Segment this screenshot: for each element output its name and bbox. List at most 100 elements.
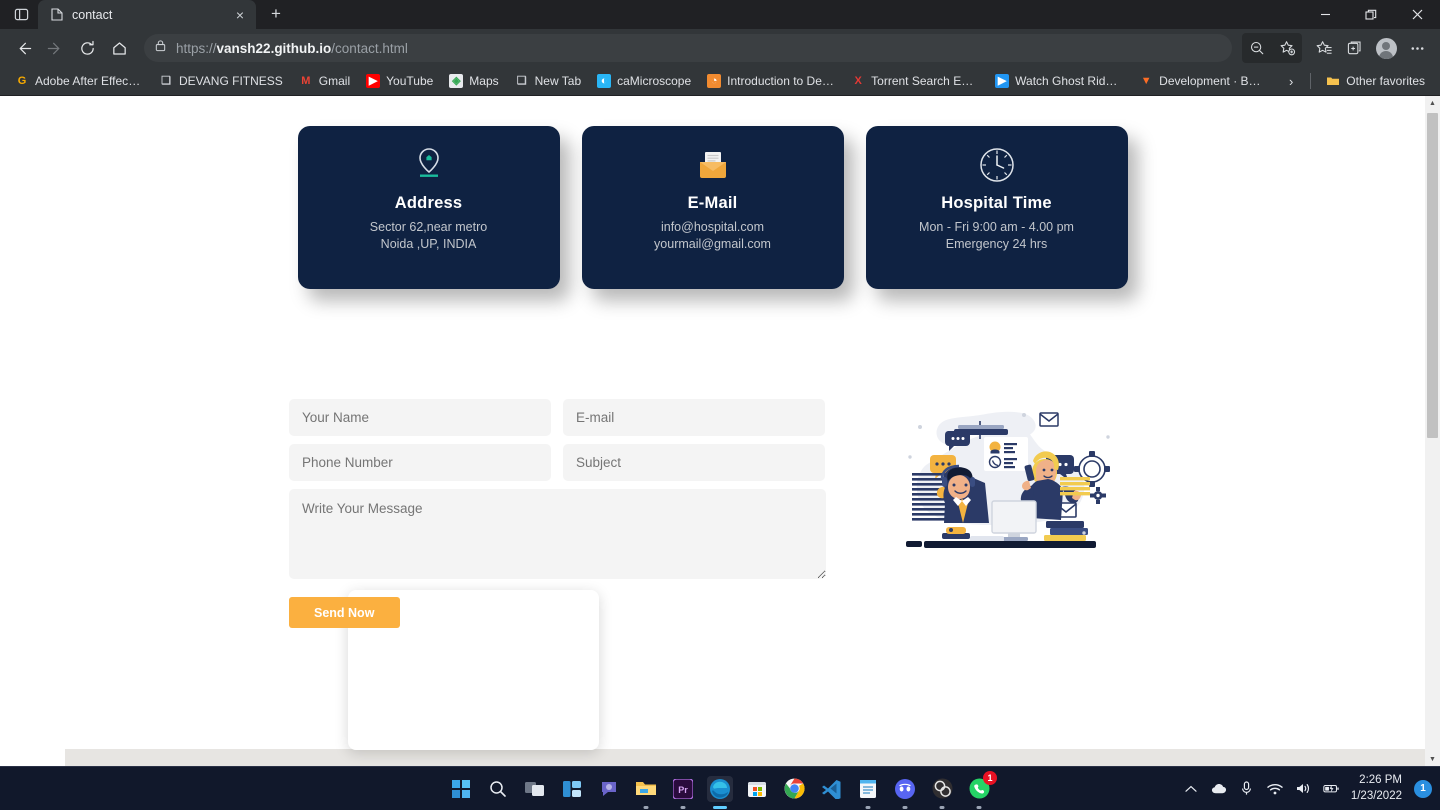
email-input[interactable] [563, 399, 825, 436]
profile-avatar[interactable] [1371, 33, 1401, 63]
bookmarks-overflow-icon[interactable]: › [1280, 74, 1302, 89]
scroll-up-arrow-icon[interactable]: ▲ [1425, 96, 1440, 110]
bookmark-favicon: ◐ [597, 74, 612, 88]
obs-button[interactable] [929, 776, 955, 809]
scrollbar-thumb[interactable] [1427, 113, 1438, 438]
settings-and-more-icon[interactable] [1402, 33, 1432, 63]
document-icon [50, 8, 64, 22]
bookmark-item[interactable]: ◈ Maps [442, 71, 505, 91]
back-icon[interactable] [8, 33, 38, 63]
bookmark-item[interactable]: ◐ caMicroscope [590, 71, 698, 91]
volume-icon[interactable] [1295, 781, 1311, 797]
premiere-pro-button[interactable]: Pr [670, 776, 696, 809]
bookmark-favicon: ▼ [1140, 74, 1152, 87]
web-page-content: Address Sector 62,near metro Noida ,UP, … [0, 96, 1425, 766]
bookmark-item[interactable]: M Gmail [292, 71, 357, 91]
clock-icon [978, 143, 1016, 187]
widgets-button[interactable] [559, 776, 585, 802]
search-button[interactable] [485, 776, 511, 802]
send-now-button[interactable]: Send Now [289, 597, 400, 628]
card-title: E-Mail [687, 194, 738, 212]
bookmark-item[interactable]: G Adobe After Effects... [8, 71, 150, 91]
name-input[interactable] [289, 399, 551, 436]
file-explorer-button[interactable] [633, 776, 659, 809]
microphone-icon[interactable] [1239, 781, 1255, 797]
scrollbar-track[interactable] [1425, 110, 1440, 752]
page-scrollbar[interactable]: ▲ ▼ [1425, 96, 1440, 766]
tab-strip: contact × + [0, 0, 1440, 29]
task-view-button[interactable] [522, 776, 548, 802]
zoom-out-icon[interactable] [1242, 33, 1272, 63]
url-host: vansh22.github.io [216, 40, 332, 56]
contact-card-address: Address Sector 62,near metro Noida ,UP, … [297, 126, 560, 289]
card-title: Hospital Time [941, 194, 1052, 212]
bookmark-favicon: ❑ [161, 74, 171, 87]
new-tab-button[interactable]: + [262, 0, 290, 28]
collections-icon[interactable] [1340, 33, 1370, 63]
clock-time: 2:26 PM [1359, 773, 1402, 786]
page-viewport: Address Sector 62,near metro Noida ,UP, … [0, 96, 1440, 766]
bookmark-item[interactable]: ❑ New Tab [508, 71, 588, 91]
bookmark-item[interactable]: X Torrent Search Engi... [844, 71, 986, 91]
bookmark-item[interactable]: ▶ Watch Ghost Rider... [988, 71, 1130, 91]
bookmark-favicon: M [301, 74, 311, 87]
taskbar-clock[interactable]: 2:26 PM 1/23/2022 [1351, 773, 1402, 804]
browser-window: contact × + https://vansh22.github.io/co… [0, 0, 1440, 810]
add-favorite-icon[interactable] [1272, 33, 1302, 63]
card-line: Sector 62,near metro [369, 220, 488, 234]
restore-button[interactable] [1348, 0, 1394, 29]
other-favorites-label: Other favorites [1346, 74, 1425, 88]
chrome-button[interactable] [781, 776, 807, 802]
teams-chat-button[interactable] [596, 776, 622, 802]
whatsapp-button[interactable]: 1 [966, 770, 997, 809]
scroll-down-arrow-icon[interactable]: ▼ [1425, 752, 1440, 766]
bookmarks-bar: G Adobe After Effects... ❑ DEVANG FITNESS M G… [0, 67, 1440, 96]
edge-button[interactable] [707, 775, 733, 809]
notepad-button[interactable] [855, 776, 881, 809]
close-tab-icon[interactable]: × [230, 5, 250, 25]
bookmark-item[interactable]: ◔ Introduction to Dee... [700, 71, 842, 91]
show-hidden-icons-icon[interactable] [1183, 781, 1199, 797]
bookmark-label: Watch Ghost Rider... [1015, 74, 1124, 88]
windows-taskbar: Pr 1 2:26 PM 1/23/2022 1 [0, 766, 1440, 810]
other-favorites-button[interactable]: Other favorites [1319, 71, 1432, 91]
home-icon[interactable] [104, 33, 134, 63]
window-controls [1302, 0, 1440, 29]
phone-input[interactable] [289, 444, 551, 481]
bookmark-label: Gmail [318, 74, 351, 88]
discord-button[interactable] [892, 776, 918, 809]
close-button[interactable] [1394, 0, 1440, 29]
bookmark-item[interactable]: ▼ Development · Boar... [1132, 71, 1274, 91]
subject-input[interactable] [563, 444, 825, 481]
forward-icon[interactable] [40, 33, 70, 63]
battery-icon[interactable] [1323, 781, 1339, 797]
bookmark-label: DEVANG FITNESS [179, 74, 283, 88]
favorites-icon[interactable] [1309, 33, 1339, 63]
tab-search-icon[interactable] [4, 0, 38, 29]
running-indicator [939, 806, 945, 809]
bookmark-item[interactable]: ▶ YouTube [359, 71, 440, 91]
svg-text:Pr: Pr [678, 785, 688, 795]
vscode-button[interactable] [818, 776, 844, 802]
card-line: info@hospital.com [660, 220, 764, 234]
bookmark-favicon: ◈ [449, 74, 464, 88]
minimize-button[interactable] [1302, 0, 1348, 29]
browser-tab[interactable]: contact × [38, 0, 256, 29]
running-indicator [902, 806, 908, 809]
microsoft-store-button[interactable] [744, 776, 770, 802]
clock-date: 1/23/2022 [1350, 789, 1402, 802]
system-tray: 2:26 PM 1/23/2022 1 [1183, 773, 1432, 804]
address-bar[interactable]: https://vansh22.github.io/contact.html [144, 34, 1232, 62]
notification-badge[interactable]: 1 [1414, 779, 1432, 798]
bookmark-item[interactable]: ❑ DEVANG FITNESS [152, 71, 290, 91]
running-indicator [643, 806, 649, 809]
start-button[interactable] [448, 776, 474, 802]
reload-icon[interactable] [72, 33, 102, 63]
wifi-icon[interactable] [1267, 781, 1283, 797]
bookmark-favicon: X [854, 74, 862, 87]
onedrive-icon[interactable] [1211, 781, 1227, 797]
message-textarea[interactable] [289, 489, 826, 579]
bookmark-label: YouTube [386, 74, 434, 88]
bookmark-label: Adobe After Effects... [35, 74, 143, 88]
form-row-2 [289, 444, 826, 481]
